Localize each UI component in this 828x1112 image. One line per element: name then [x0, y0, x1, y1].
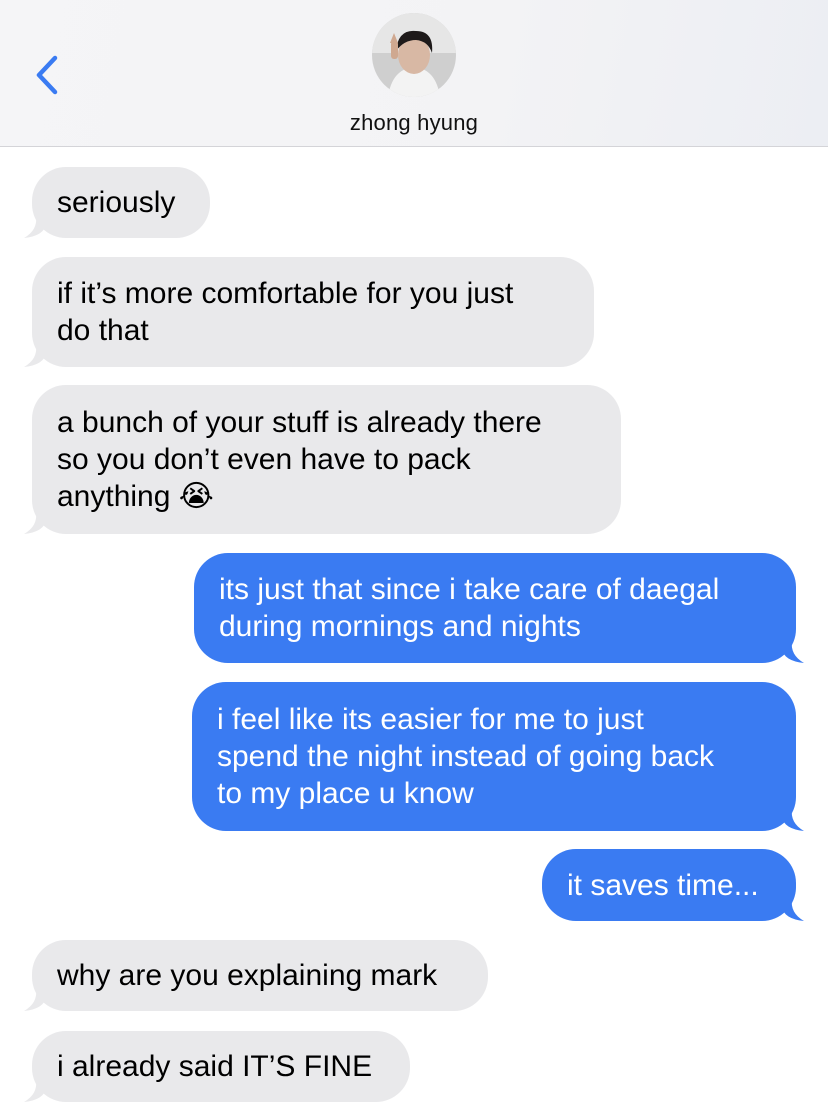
- message-text: i already said IT’S FINE: [57, 1050, 373, 1083]
- message-text: why are you explaining mark: [57, 959, 438, 992]
- bubble-tail: [782, 809, 804, 831]
- message-text: i feel like its easier for me to just sp…: [217, 703, 715, 810]
- bubble-tail: [24, 1080, 46, 1102]
- conversation-header: zhong hyung: [0, 0, 828, 147]
- message-text: a bunch of your stuff is already there s…: [57, 406, 542, 513]
- message-text: if it’s more comfortable for you just do…: [57, 277, 514, 347]
- sent-message-bubble[interactable]: it saves time...: [542, 849, 804, 921]
- bubble-tail: [782, 899, 804, 921]
- contact-name[interactable]: zhong hyung: [0, 110, 828, 136]
- message-text: it saves time...: [567, 868, 759, 902]
- contact-avatar[interactable]: [372, 13, 456, 97]
- bubble-tail: [24, 216, 46, 238]
- bubble-tail: [24, 512, 46, 534]
- bubble-tail: [782, 641, 804, 663]
- sent-message-bubble[interactable]: its just that since i take care of daega…: [194, 553, 804, 663]
- message-text: its just that since i take care of daega…: [219, 573, 720, 643]
- received-message-bubble[interactable]: a bunch of your stuff is already there s…: [24, 385, 621, 534]
- bubble-tail: [24, 989, 46, 1011]
- chevron-left-icon[interactable]: [28, 50, 68, 100]
- received-message-bubble[interactable]: why are you explaining mark: [24, 940, 488, 1011]
- sent-message-bubble[interactable]: i feel like its easier for me to just sp…: [192, 682, 804, 831]
- message-text: seriously: [57, 186, 176, 219]
- bubble-tail: [24, 345, 46, 367]
- received-message-bubble[interactable]: if it’s more comfortable for you just do…: [24, 257, 594, 367]
- received-message-bubble[interactable]: seriously: [24, 167, 210, 238]
- received-message-bubble[interactable]: i already said IT’S FINE: [24, 1031, 410, 1102]
